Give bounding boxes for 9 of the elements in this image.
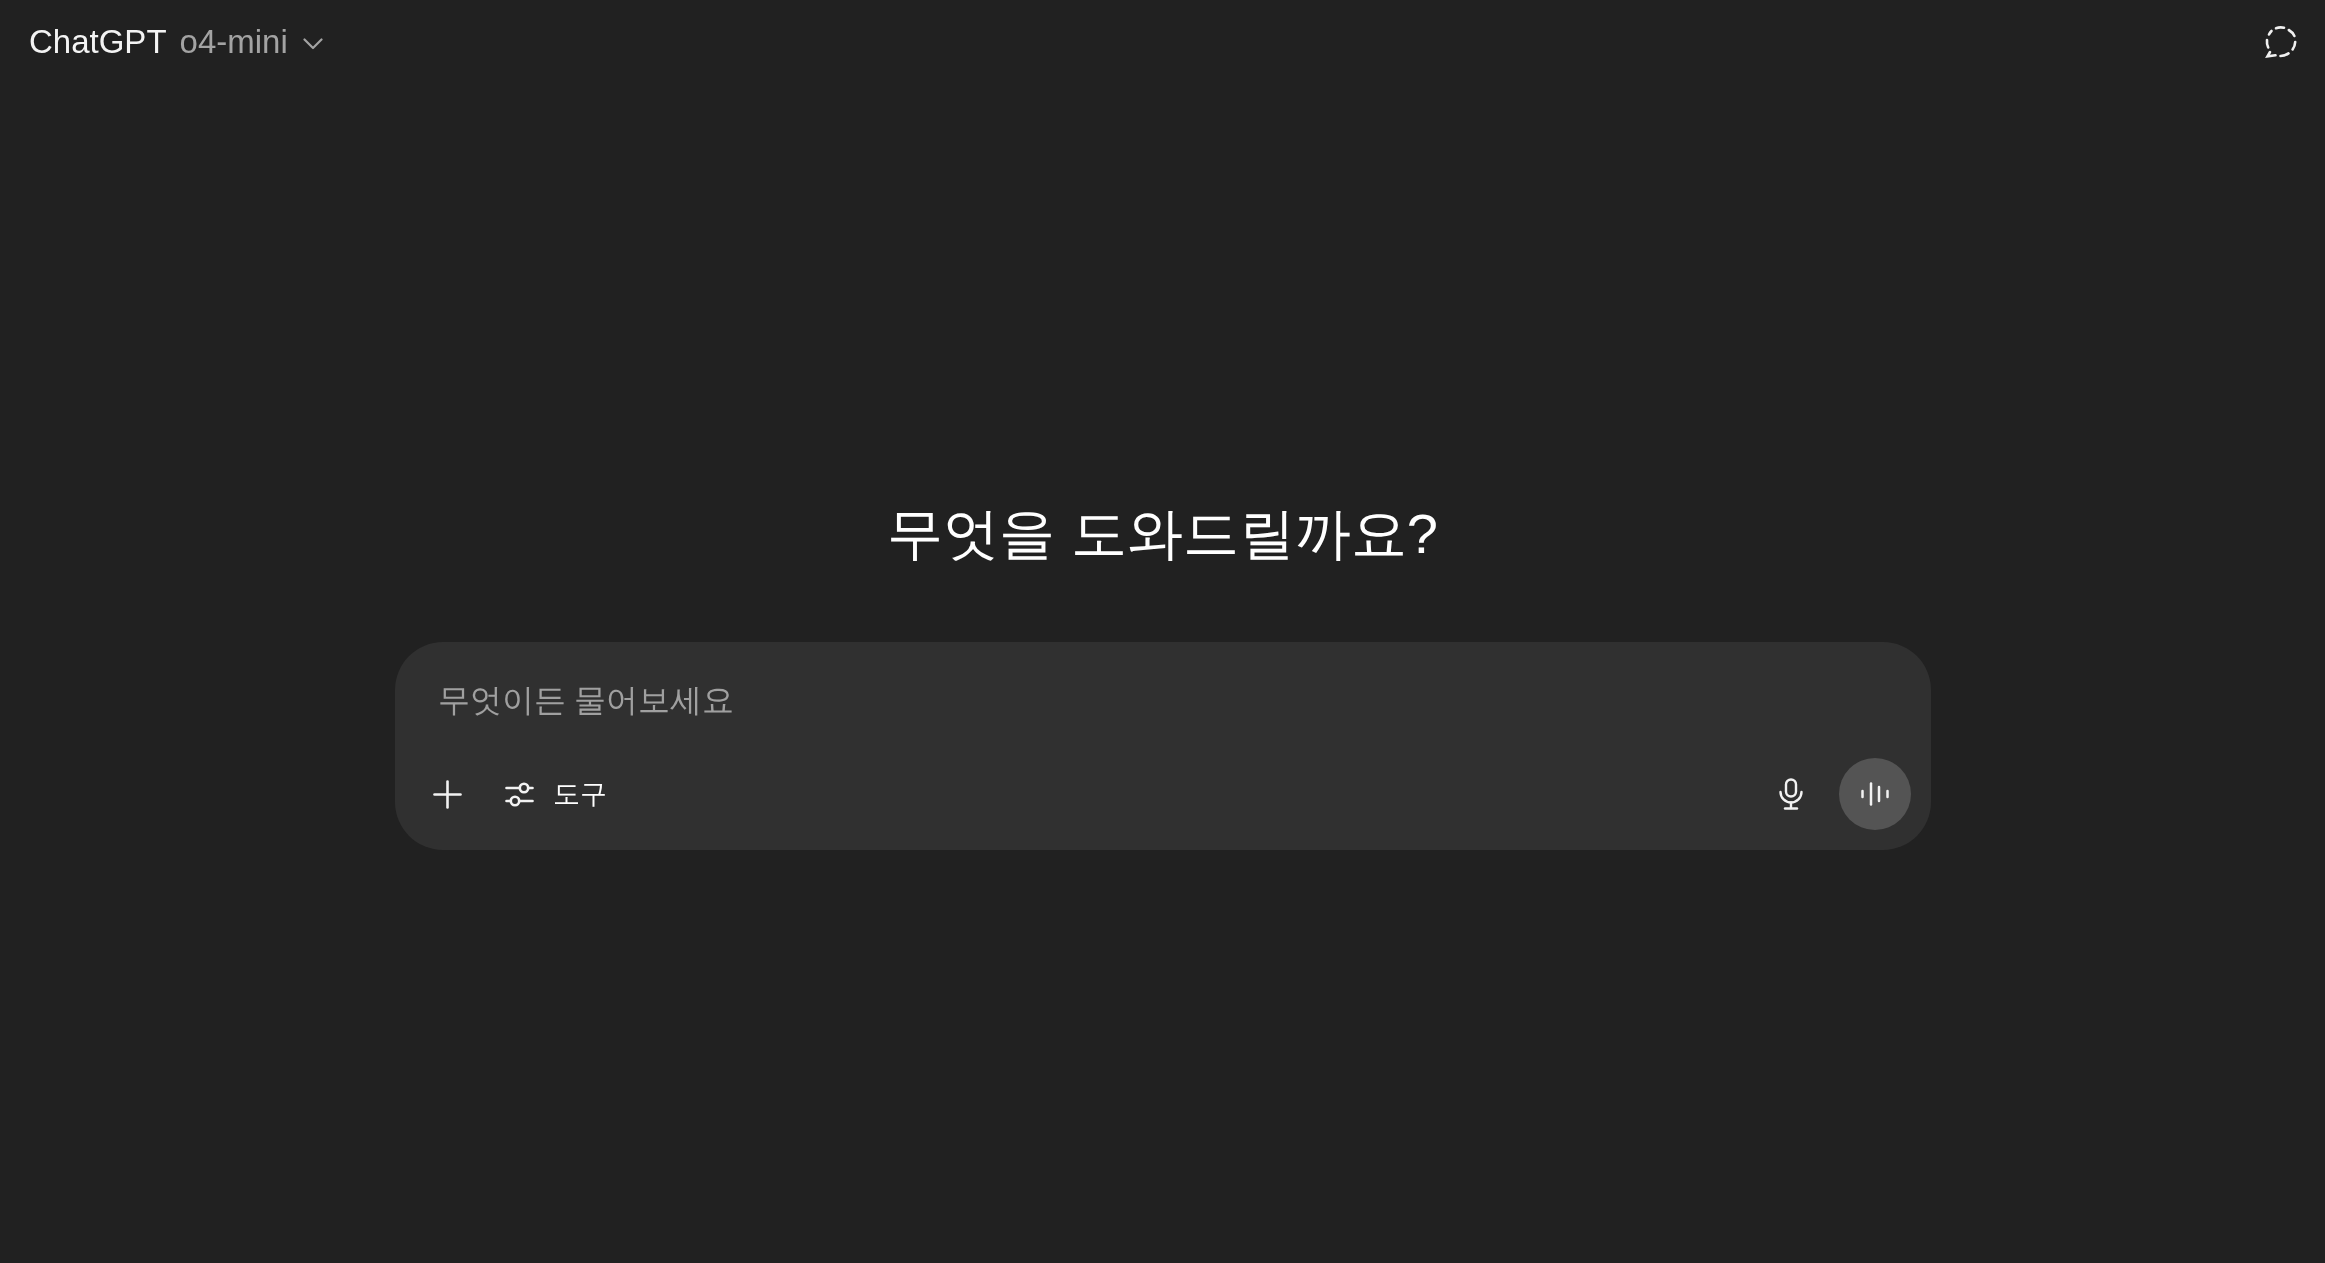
microphone-icon (1777, 778, 1804, 810)
sound-wave-icon (1860, 782, 1889, 806)
dashed-chat-bubble-icon (2264, 25, 2298, 59)
greeting-heading: 무엇을 도와드릴까요? (887, 501, 1438, 567)
message-input[interactable]: 무엇이든 물어보세요 (437, 677, 1888, 723)
tools-button[interactable]: 도구 (496, 771, 615, 817)
chevron-down-icon (302, 38, 323, 50)
model-selector[interactable]: ChatGPT o4-mini (18, 17, 334, 67)
plus-icon (432, 779, 462, 809)
